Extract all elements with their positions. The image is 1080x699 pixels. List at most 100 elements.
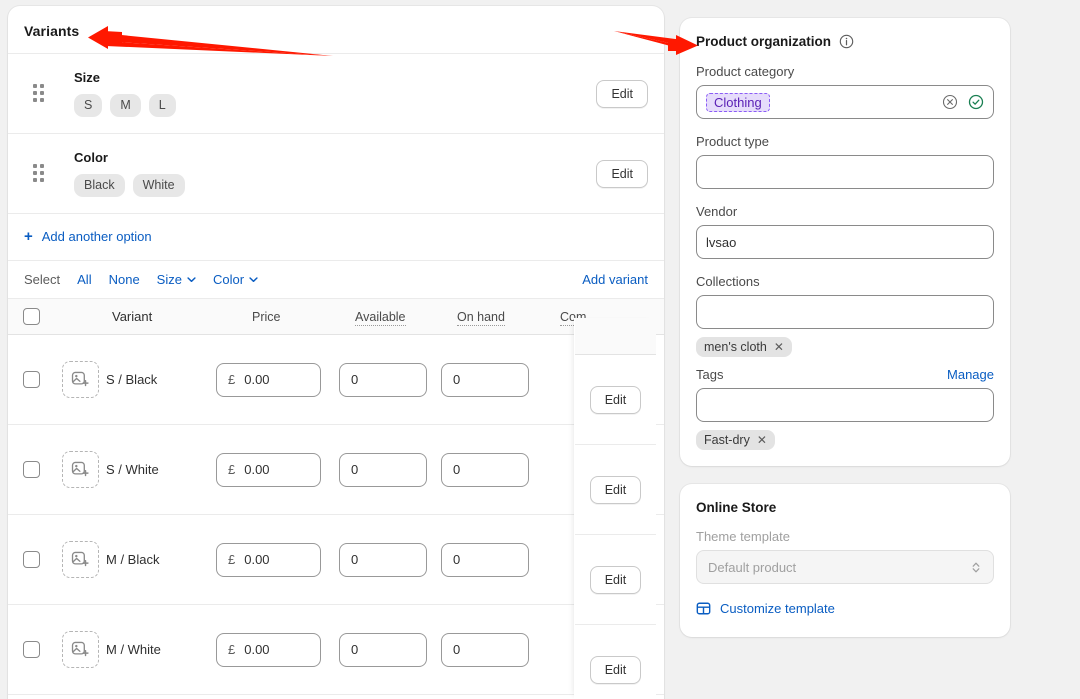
- option-body: Size S M L: [48, 68, 648, 117]
- edit-option-color-button[interactable]: Edit: [596, 159, 648, 188]
- close-x-icon[interactable]: ✕: [774, 340, 784, 354]
- product-organization-card: Product organization Product category Cl…: [680, 18, 1010, 466]
- option-value-chip: White: [132, 174, 185, 197]
- customize-template-label: Customize template: [720, 601, 835, 616]
- available-input[interactable]: 0: [339, 452, 427, 487]
- drag-handle-icon[interactable]: [28, 163, 48, 183]
- edit-variant-button[interactable]: Edit: [589, 565, 642, 594]
- filter-color-label: Color: [212, 272, 245, 287]
- add-image-icon[interactable]: [61, 631, 99, 668]
- add-another-option-button[interactable]: + Add another option: [24, 229, 152, 244]
- table-row: M / Black £ 0.00 0 0: [8, 515, 664, 605]
- table-row: S / Black £ 0.00 0 0: [8, 335, 664, 425]
- row-thumb-cell: [54, 451, 106, 488]
- available-input[interactable]: 0: [339, 632, 427, 667]
- option-value-chip: M: [110, 94, 141, 117]
- price-input[interactable]: £ 0.00: [216, 632, 321, 667]
- product-category-label: Product category: [696, 64, 795, 79]
- collections-input[interactable]: [696, 295, 994, 329]
- select-label: Select: [24, 272, 61, 287]
- vendor-input[interactable]: lvsao: [696, 225, 994, 259]
- plus-icon: +: [24, 228, 33, 245]
- price-cell: £ 0.00: [216, 362, 339, 397]
- currency-symbol: £: [228, 552, 236, 567]
- theme-template-select[interactable]: Default product: [696, 550, 994, 584]
- select-none-button[interactable]: None: [109, 272, 140, 287]
- on-hand-input[interactable]: 0: [441, 632, 529, 667]
- available-cell: 0: [339, 542, 441, 577]
- theme-template-label: Theme template: [696, 529, 790, 544]
- row-checkbox[interactable]: [22, 461, 40, 478]
- product-organization-title: Product organization: [696, 34, 994, 49]
- online-store-card: Online Store Theme template Default prod…: [680, 484, 1010, 637]
- product-type-input[interactable]: [696, 155, 994, 189]
- price-value: 0.00: [244, 552, 270, 567]
- price-input[interactable]: £ 0.00: [216, 542, 321, 577]
- page-root: Variants Size S M L Edit Color Black Whi…: [0, 0, 1080, 699]
- info-icon[interactable]: [839, 34, 854, 49]
- variant-name: S / Black: [106, 372, 158, 387]
- select-all-checkbox[interactable]: [22, 308, 40, 325]
- option-row-size: Size S M L Edit: [8, 53, 664, 133]
- row-checkbox[interactable]: [22, 641, 40, 658]
- column-header-price: Price: [252, 309, 281, 324]
- currency-symbol: £: [228, 372, 236, 387]
- table-row: M / White £ 0.00 0 0: [8, 605, 664, 695]
- on-hand-input[interactable]: 0: [441, 452, 529, 487]
- edit-option-size-button[interactable]: Edit: [596, 79, 648, 108]
- on-hand-input[interactable]: 0: [441, 542, 529, 577]
- table-header-row: Variant Price Available On hand Com: [8, 298, 664, 335]
- available-cell: 0: [339, 362, 441, 397]
- available-input[interactable]: 0: [339, 542, 427, 577]
- variant-select-toolbar: Select All None Size Color Add variant: [8, 260, 664, 298]
- row-checkbox[interactable]: [22, 551, 40, 568]
- column-header-available: Available: [355, 309, 406, 326]
- option-name: Color: [74, 150, 108, 165]
- circle-x-icon[interactable]: [942, 94, 958, 110]
- circle-check-icon[interactable]: [968, 94, 984, 110]
- on-hand-cell: 0: [441, 632, 544, 667]
- price-input[interactable]: £ 0.00: [216, 362, 321, 397]
- add-image-icon[interactable]: [61, 361, 99, 398]
- product-category-token: Clothing: [706, 92, 770, 112]
- option-name: Size: [74, 70, 101, 85]
- price-cell: £ 0.00: [216, 542, 339, 577]
- add-image-icon[interactable]: [61, 541, 99, 578]
- edit-variant-button[interactable]: Edit: [589, 475, 642, 504]
- option-row-color: Color Black White Edit: [8, 133, 664, 213]
- add-image-icon[interactable]: [61, 451, 99, 488]
- available-input[interactable]: 0: [339, 362, 427, 397]
- filter-size-label: Size: [156, 272, 182, 287]
- close-x-icon[interactable]: ✕: [757, 433, 767, 447]
- on-hand-input[interactable]: 0: [441, 362, 529, 397]
- tags-label: Tags: [696, 367, 724, 382]
- manage-tags-button[interactable]: Manage: [947, 367, 994, 382]
- row-thumb-cell: [54, 361, 106, 398]
- variant-name: M / Black: [106, 552, 160, 567]
- chevron-down-icon: [249, 277, 258, 283]
- product-type-label: Product type: [696, 134, 769, 149]
- option-values: S M L: [74, 94, 648, 117]
- option-value-chip: S: [74, 94, 103, 117]
- column-header-variant: Variant: [112, 309, 153, 324]
- row-checkbox-cell: [8, 371, 54, 388]
- filter-color-dropdown[interactable]: Color: [213, 272, 258, 287]
- tags-input[interactable]: [696, 388, 994, 422]
- row-actions: Edit: [575, 355, 656, 445]
- add-variant-button[interactable]: Add variant: [582, 272, 648, 287]
- customize-template-button[interactable]: Customize template: [696, 601, 835, 616]
- select-all-button[interactable]: All: [77, 272, 91, 287]
- row-thumb-cell: [54, 631, 106, 668]
- price-input[interactable]: £ 0.00: [216, 452, 321, 487]
- row-checkbox[interactable]: [22, 371, 40, 388]
- row-actions: Edit: [575, 625, 656, 699]
- filter-size-dropdown[interactable]: Size: [157, 272, 196, 287]
- edit-variant-button[interactable]: Edit: [589, 655, 642, 684]
- product-tag: Fast-dry ✕: [696, 430, 775, 450]
- product-tag-label: Fast-dry: [704, 433, 750, 447]
- product-category-input[interactable]: Clothing: [696, 85, 994, 119]
- drag-handle-icon[interactable]: [28, 83, 48, 103]
- edit-variant-button[interactable]: Edit: [589, 385, 642, 414]
- currency-symbol: £: [228, 642, 236, 657]
- on-hand-cell: 0: [441, 542, 544, 577]
